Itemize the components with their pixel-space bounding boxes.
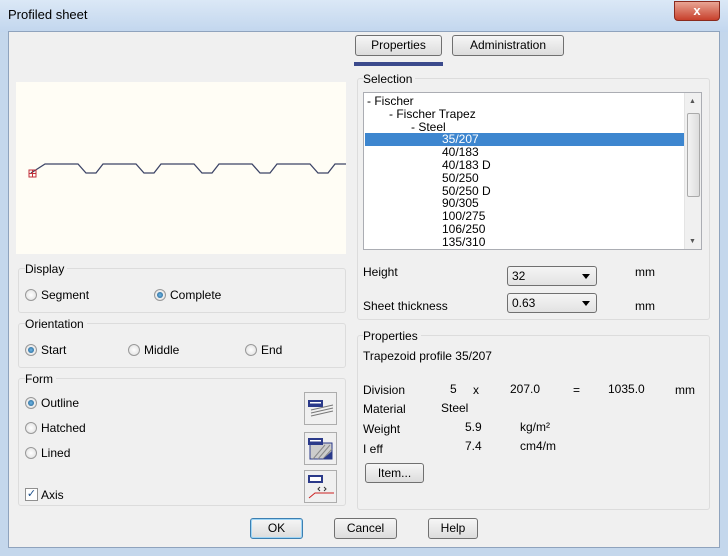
- profile-outline: [30, 163, 386, 174]
- division-total: 1035.0: [608, 382, 645, 396]
- middle-radio[interactable]: [128, 344, 140, 356]
- profile-tree[interactable]: - Fischer - Fischer Trapez - Steel 35/207 40…: [363, 92, 702, 250]
- material-label: Material: [363, 402, 406, 416]
- help-button[interactable]: Help: [428, 518, 478, 539]
- active-tab-indicator: [354, 62, 443, 66]
- outline-label: Outline: [41, 396, 80, 410]
- height-label: Height: [363, 265, 398, 279]
- tree-item-label: - Fischer: [367, 94, 414, 108]
- thickness-unit: mm: [635, 299, 655, 313]
- profile-preview: [16, 82, 386, 254]
- division-width: 207.0: [510, 382, 541, 396]
- thickness-label: Sheet thickness: [363, 299, 448, 313]
- title-bar: [0, 0, 728, 32]
- start-radio[interactable]: [25, 344, 37, 356]
- weight-unit: kg/m²: [520, 420, 550, 434]
- complete-radio[interactable]: [154, 289, 166, 301]
- outline-style-icon: [308, 400, 334, 417]
- tree-item-label: 106/250: [442, 222, 486, 236]
- middle-label: Middle: [144, 343, 180, 357]
- scroll-up-arrow[interactable]: ▲: [689, 98, 696, 105]
- thickness-value: 0.63: [512, 296, 536, 310]
- hatched-label: Hatched: [41, 421, 86, 435]
- hatched-style-button[interactable]: [304, 432, 337, 465]
- end-radio[interactable]: [245, 344, 257, 356]
- weight-value: 5.9: [465, 420, 482, 434]
- outline-radio[interactable]: [25, 397, 37, 409]
- item-button[interactable]: Item...: [365, 463, 424, 483]
- axis-checkbox[interactable]: ✓: [25, 488, 38, 501]
- scroll-thumb[interactable]: [687, 113, 700, 197]
- tree-item-label: 40/183 D: [442, 158, 491, 172]
- weight-label: Weight: [363, 422, 401, 436]
- tree-item[interactable]: 135/310: [365, 234, 685, 249]
- ok-button[interactable]: OK: [250, 518, 303, 539]
- axis-style-icon: [308, 475, 334, 499]
- ieff-unit: cm4/m: [520, 439, 556, 453]
- division-count: 5: [450, 382, 457, 396]
- scroll-down-arrow[interactable]: ▼: [689, 238, 696, 245]
- end-label: End: [261, 343, 283, 357]
- height-select[interactable]: 32: [507, 266, 597, 286]
- close-button[interactable]: x: [674, 1, 720, 21]
- height-value: 32: [512, 269, 526, 283]
- ieff-value: 7.4: [465, 439, 482, 453]
- display-label: Display: [25, 262, 68, 276]
- division-label: Division: [363, 383, 406, 397]
- cancel-button[interactable]: Cancel: [334, 518, 397, 539]
- properties-label: Properties: [363, 329, 421, 343]
- chevron-down-icon: [582, 301, 590, 306]
- tree-item-label: 135/310: [442, 234, 486, 249]
- tree-item-label: 50/250: [442, 170, 479, 185]
- segment-label: Segment: [41, 288, 90, 302]
- hatched-radio[interactable]: [25, 422, 37, 434]
- window-title: Profiled sheet: [8, 7, 88, 22]
- orientation-label: Orientation: [25, 317, 87, 331]
- tab-properties[interactable]: Properties: [355, 35, 442, 56]
- profile-drawing: [28, 163, 386, 178]
- selection-label: Selection: [363, 72, 416, 86]
- material-value: Steel: [441, 401, 469, 415]
- axis-style-button[interactable]: [304, 470, 337, 503]
- chevron-down-icon: [582, 274, 590, 279]
- tree-item[interactable]: - Fischer Trapez: [365, 106, 685, 121]
- thickness-select[interactable]: 0.63: [507, 293, 597, 313]
- segment-radio[interactable]: [25, 289, 37, 301]
- outline-style-button[interactable]: [304, 392, 337, 425]
- complete-label: Complete: [170, 288, 222, 302]
- tree-item-label: - Fischer Trapez: [389, 106, 476, 121]
- tree-scrollbar[interactable]: ▲ ▼: [684, 93, 701, 249]
- division-equals: =: [573, 383, 581, 397]
- start-label: Start: [41, 343, 67, 357]
- division-times: x: [473, 383, 479, 397]
- tab-administration[interactable]: Administration: [452, 35, 564, 56]
- ieff-label: I eff: [363, 442, 383, 456]
- lined-label: Lined: [41, 446, 71, 460]
- axis-label: Axis: [41, 488, 64, 502]
- profile-name: Trapezoid profile 35/207: [363, 349, 492, 363]
- tree-item[interactable]: 50/250: [365, 170, 685, 185]
- form-label: Form: [25, 372, 56, 386]
- lined-radio[interactable]: [25, 447, 37, 459]
- hatched-style-icon: [308, 438, 333, 460]
- height-unit: mm: [635, 265, 655, 279]
- division-unit: mm: [675, 383, 695, 397]
